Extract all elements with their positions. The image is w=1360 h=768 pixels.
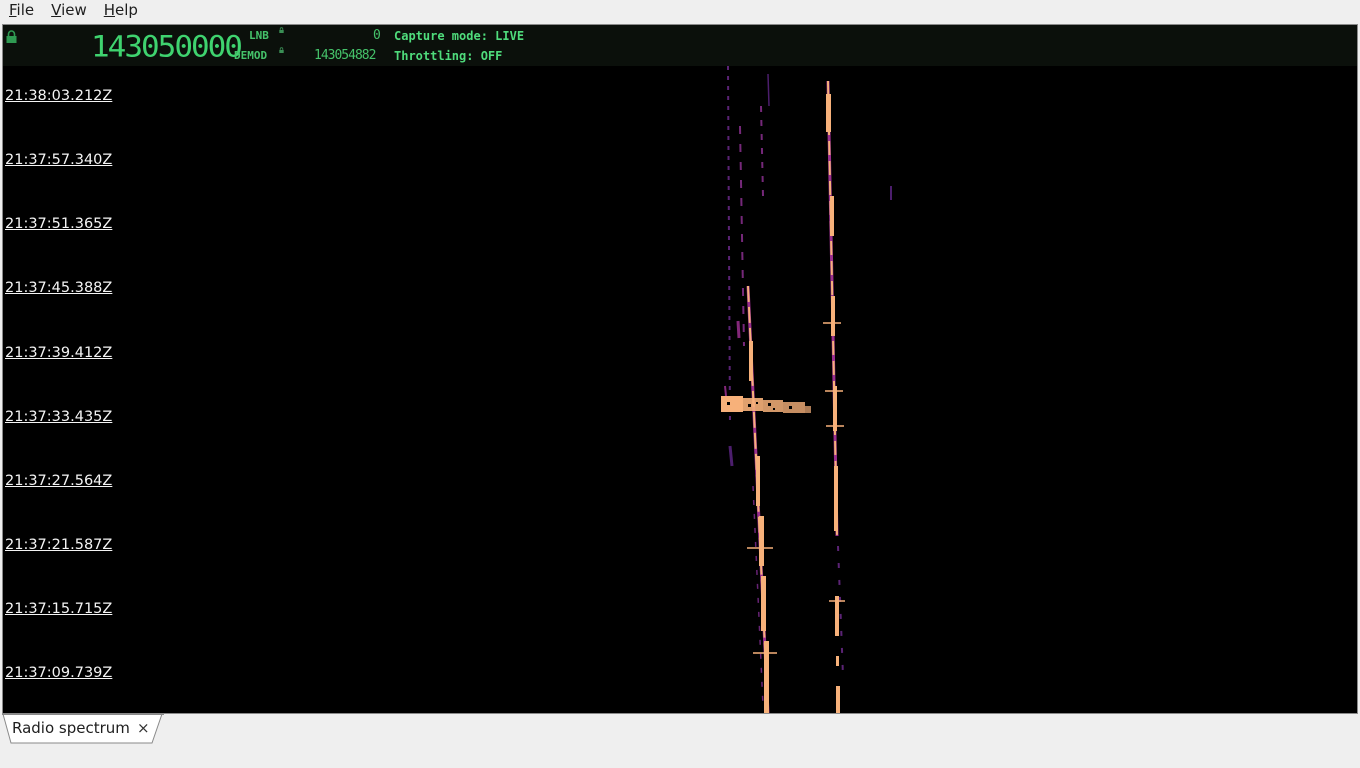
menu-file-label: ile [16,1,35,19]
tab-radio-spectrum[interactable]: Radio spectrum × [2,714,164,744]
close-icon[interactable]: × [137,719,150,737]
timestamp-label[interactable]: 21:37:57.340Z [5,152,112,168]
lnb-value[interactable]: 0 [373,28,381,43]
status-header: 143050000 LNB 0 DEMOD 143054882 Capture … [3,25,1357,66]
tab-label: Radio spectrum [12,719,130,737]
timestamp-label[interactable]: 21:38:03.212Z [5,88,112,104]
strong-signal-trace-left [746,285,777,713]
menu-file-mnemonic: F [9,1,17,19]
tab-bar: Radio spectrum × [0,714,1360,744]
capture-mode-text: Capture mode: LIVE [394,29,525,43]
demod-label: DEMOD [234,49,268,62]
spectrum-frame: 143050000 LNB 0 DEMOD 143054882 Capture … [2,24,1358,714]
timestamp-label[interactable]: 21:37:27.564Z [5,473,112,489]
timestamp-label[interactable]: 21:37:21.587Z [5,537,112,553]
frequency-display[interactable]: 143050000 [91,26,243,68]
timestamp-label[interactable]: 21:37:51.365Z [5,216,112,232]
timestamp-label[interactable]: 21:37:09.739Z [5,665,112,681]
weak-signal-traces [724,66,892,707]
waterfall-signals [721,66,892,713]
lnb-label: LNB [249,29,269,42]
menu-view-label: iew [61,1,87,19]
demod-lock-icon[interactable] [279,47,284,53]
menu-file[interactable]: File [0,0,42,22]
timestamp-label[interactable]: 21:37:33.435Z [5,409,112,425]
waterfall-display[interactable]: 21:38:03.212Z 21:37:57.340Z 21:37:51.365… [3,66,1357,713]
lock-icon[interactable] [6,30,17,43]
menu-view-mnemonic: V [51,1,62,19]
burst-cluster [721,396,811,413]
timestamp-label[interactable]: 21:37:39.412Z [5,345,112,361]
menu-help-mnemonic: H [103,1,116,19]
menu-help[interactable]: Help [95,0,146,22]
lnb-lock-icon[interactable] [279,27,284,33]
timestamp-label[interactable]: 21:37:45.388Z [5,280,112,296]
menu-help-label: elp [115,1,138,19]
menu-bar: File View Help [0,0,1360,22]
throttling-text: Throttling: OFF [394,49,503,63]
menu-view[interactable]: View [42,0,95,22]
timestamp-label[interactable]: 21:37:15.715Z [5,601,112,617]
demod-value[interactable]: 143054882 [314,48,376,63]
